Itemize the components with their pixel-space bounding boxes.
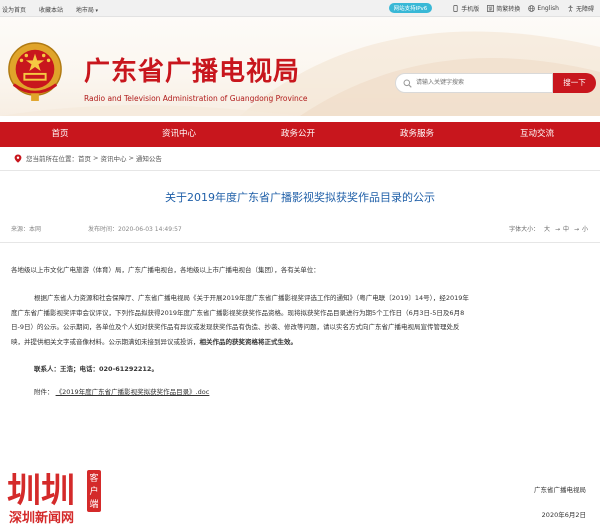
globe-icon [528,4,536,12]
article-body: 根据广东省人力资源和社会保障厅、广东省广播电视局《关于开展2019年度广东省广播… [11,291,591,349]
ipv6-badge: 网站支持IPv6 [388,3,433,13]
sznews-logo-icon: 圳 圳 客 户 端 深圳新闻网 [7,470,101,526]
breadcrumb-separator: > [93,154,99,162]
nav-interaction[interactable]: 互动交流 [520,122,554,147]
accessibility-icon [568,4,573,12]
nav-home[interactable]: 首页 [51,122,68,147]
article-source: 来源：本网 [11,226,42,233]
article-attachment: 附件： 《2019年度广东省广播影视奖拟获奖作品目录》.doc [34,385,209,400]
nav-news-center[interactable]: 资讯中心 [162,122,196,147]
body-line: 映，并提供相关文字或音像材料。公示期满如未接到异议或投诉， [11,337,200,346]
attachment-label: 附件： [34,388,54,396]
watermark-logo: 圳 圳 客 户 端 深圳新闻网 [5,466,120,526]
article-salutation: 各地级以上市文化广电旅游（体育）局，广东广播电视台，各地级以上市广播电视台（集团… [11,266,320,274]
breadcrumb-home[interactable]: 首页 [78,153,91,163]
body-line: 度广东省广播影视奖评审会议评议，下列作品拟获得2019年度广东省广播影视奖获奖作… [11,308,465,317]
breadcrumb-notices[interactable]: 通知公告 [136,153,162,163]
font-size-medium[interactable]: 中 [563,226,569,233]
svg-text:客: 客 [89,472,98,484]
svg-text:繁: 繁 [489,5,494,12]
font-size-small[interactable]: 小 [582,226,588,233]
english-link[interactable]: English [528,5,559,12]
body-line: 根据广东省人力资源和社会保障厅、广东省广播电视局《关于开展2019年度广东省广播… [34,294,469,302]
article-contact: 联系人：王浩；电话：020-61292212。 [34,365,158,373]
breadcrumb: 您当前所在位置： 首页 > 资讯中心 > 通知公告 [14,151,162,165]
article-sign-date: 2020年6月2日 [541,511,586,519]
accessibility-link[interactable]: 无障碍 [567,4,594,13]
national-emblem-icon [8,42,62,101]
site-title: 广东省广播电视局 [84,57,301,87]
site-subtitle-en: Radio and Television Administration of G… [84,94,308,103]
body-bold-text: 相关作品的获奖资格将正式生效。 [199,337,298,346]
breadcrumb-separator: > [128,154,134,162]
svg-text:端: 端 [89,498,98,510]
mobile-icon [453,4,458,12]
bookmark-link[interactable]: 收藏本站 [39,7,63,14]
site-header: 广东省广播电视局 Radio and Television Administra… [0,17,600,116]
font-size-control: 字体大小： 大 → 中 → 小 [509,226,588,233]
nav-government-affairs[interactable]: 政务公开 [281,122,315,147]
mobile-version-link[interactable]: 手机版 [452,4,479,13]
search-box [395,73,553,93]
article-title: 关于2019年度广东省广播影视奖拟获奖作品目录的公示 [165,191,435,204]
search-input[interactable] [416,77,546,89]
font-size-label: 字体大小： [509,226,540,233]
main-nav: 首页 资讯中心 政务公开 政务服务 互动交流 [0,122,600,147]
simplified-traditional-link[interactable]: 繁 简繁转换 [487,4,520,13]
set-homepage-link[interactable]: 设为首页 [2,7,26,14]
breadcrumb-prefix: 您当前所在位置： [26,155,78,163]
article-signature: 广东省广播电视局 [534,486,586,494]
divider [0,242,600,243]
attachment-link[interactable]: 《2019年度广东省广播影视奖拟获奖作品目录》.doc [56,388,210,396]
location-pin-icon [14,154,22,163]
divider [0,170,600,171]
svg-text:户: 户 [89,485,98,497]
watermark-brand: 深圳新闻网 [9,510,74,526]
nav-government-services[interactable]: 政务服务 [400,122,434,147]
font-size-large[interactable]: 大 [544,226,550,233]
search-icon [403,79,412,88]
body-line: 日-9日）的公示。公示期间，各单位及个人如对获奖作品有异议或发现获奖作品有伪造、… [11,323,460,331]
translate-icon: 繁 [487,4,495,12]
search-button[interactable]: 搜一下 [553,73,596,93]
watermark-mark: 圳 [7,471,41,511]
article-date: 发布时间：2020-06-03 14:49:57 [88,226,182,233]
city-bureau-dropdown[interactable]: 地市局 [76,7,98,14]
watermark-mark: 圳 [41,471,75,511]
top-utility-bar: 设为首页 收藏本站 地市局 网站支持IPv6 手机版 繁 简繁转换 Englis… [0,0,600,17]
breadcrumb-news-center[interactable]: 资讯中心 [100,153,126,163]
